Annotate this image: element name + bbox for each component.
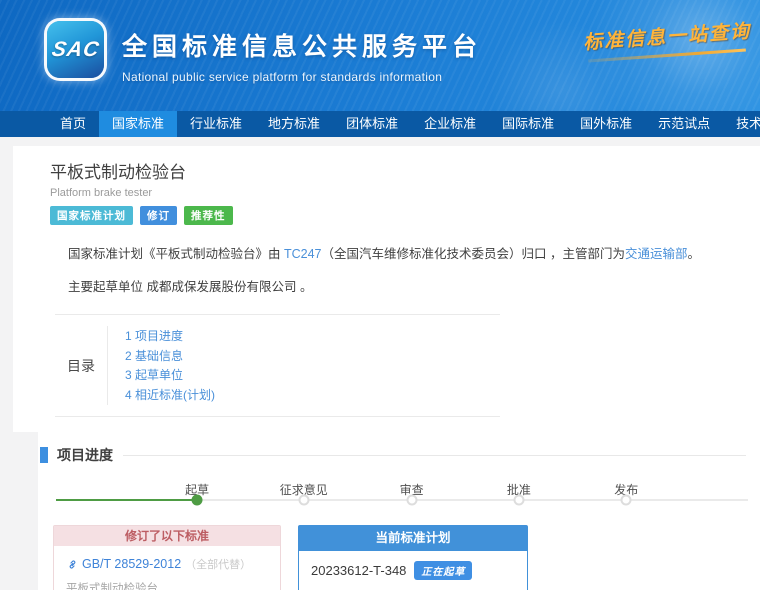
progress-timeline: 起草 征求意见 审查 批准 发布 <box>56 481 748 511</box>
ministry-of-transport-link[interactable]: 交通运输部 <box>625 247 688 261</box>
site-brand: 全国标准信息公共服务平台 National public service pla… <box>122 27 482 84</box>
intro-middle: （全国汽车维修标准化技术委员会）归口 ，主管部门为 <box>322 247 625 261</box>
progress-track-completed <box>56 499 197 501</box>
replacement-note: （全部代替） <box>185 556 251 572</box>
site-header: SAC 全国标准信息公共服务平台 National public service… <box>0 0 760 111</box>
revised-standard-name: 平板式制动检验台 <box>66 580 268 590</box>
step-dot-publication <box>621 495 632 506</box>
current-card-header: 当前标准计划 <box>299 526 527 551</box>
drafting-unit-paragraph: 主要起草单位 成都成保发展股份有限公司 。 <box>68 276 742 295</box>
current-plan-card: 当前标准计划 20233612-T-348 正在起草 平板式制动检验台 <box>298 525 528 590</box>
plan-number: 20233612-T-348 <box>311 563 406 578</box>
nav-item-local-standards[interactable]: 地方标准 <box>255 111 333 137</box>
sac-logo-icon[interactable]: SAC <box>47 21 104 78</box>
nav-item-enterprise-standards[interactable]: 企业标准 <box>411 111 489 137</box>
tag-revision: 修订 <box>140 206 177 225</box>
step-dot-approval <box>513 495 524 506</box>
section-title: 项目进度 <box>57 445 113 465</box>
tc247-link[interactable]: TC247 <box>284 247 322 261</box>
toc-item-basic-info[interactable]: 2 基础信息 <box>125 347 215 367</box>
related-cards-row: 修订了以下标准 GB/T 28529-2012 （全部代替） 平板式制动检验台 … <box>53 525 760 590</box>
sac-logo-text: SAC <box>50 38 102 62</box>
nav-item-international-standards[interactable]: 国际标准 <box>489 111 567 137</box>
section-divider <box>123 455 746 456</box>
toc-links: 1 项目进度 2 基础信息 3 起草单位 4 相近标准(计划) <box>108 326 215 405</box>
toc-item-similar-standards[interactable]: 4 相近标准(计划) <box>125 386 215 406</box>
toc-label: 目录 <box>55 326 108 405</box>
step-dot-review <box>406 495 417 506</box>
tag-recommended: 推荐性 <box>184 206 233 225</box>
step-dot-drafting <box>192 495 203 506</box>
page-title: 平板式制动检验台 <box>50 158 742 183</box>
step-dot-soliciting-opinions <box>298 495 309 506</box>
revised-card-body: GB/T 28529-2012 （全部代替） 平板式制动检验台 <box>54 546 280 590</box>
nav-item-home[interactable]: 首页 <box>47 111 99 137</box>
revised-card-header: 修订了以下标准 <box>54 526 280 546</box>
nav-item-industry-standards[interactable]: 行业标准 <box>177 111 255 137</box>
table-of-contents: 目录 1 项目进度 2 基础信息 3 起草单位 4 相近标准(计划) <box>55 314 500 417</box>
site-title: 全国标准信息公共服务平台 <box>122 27 482 63</box>
site-subtitle: National public service platform for sta… <box>122 70 482 84</box>
current-card-body: 20233612-T-348 正在起草 平板式制动检验台 <box>299 551 527 590</box>
nav-item-national-standards[interactable]: 国家标准 <box>99 111 177 137</box>
toc-item-project-progress[interactable]: 1 项目进度 <box>125 327 215 347</box>
intro-prefix: 国家标准计划《平板式制动检验台》由 <box>68 247 284 261</box>
nav-item-foreign-standards[interactable]: 国外标准 <box>567 111 645 137</box>
toc-item-drafting-units[interactable]: 3 起草单位 <box>125 366 215 386</box>
revised-standard-link[interactable]: GB/T 28529-2012 <box>82 557 181 571</box>
nav-item-pilot-demos[interactable]: 示范试点 <box>645 111 723 137</box>
project-progress-panel: 项目进度 起草 征求意见 审查 批准 发布 修订了以下标准 GB/T 28529… <box>38 432 760 590</box>
chain-link-icon <box>66 558 79 571</box>
status-badge: 正在起草 <box>414 561 472 580</box>
intro-paragraph: 国家标准计划《平板式制动检验台》由 TC247（全国汽车维修标准化技术委员会）归… <box>68 246 742 263</box>
tag-national-plan: 国家标准计划 <box>50 206 133 225</box>
nav-item-group-standards[interactable]: 团体标准 <box>333 111 411 137</box>
standard-detail-card: 平板式制动检验台 Platform brake tester 国家标准计划 修订… <box>13 146 760 432</box>
section-header: 项目进度 <box>38 445 760 465</box>
page-title-english: Platform brake tester <box>50 187 742 199</box>
revised-standards-card: 修订了以下标准 GB/T 28529-2012 （全部代替） 平板式制动检验台 <box>53 525 281 590</box>
section-marker-icon <box>40 447 48 463</box>
nav-item-technical-committees[interactable]: 技术委员会 <box>723 111 760 137</box>
main-nav: 首页 国家标准 行业标准 地方标准 团体标准 企业标准 国际标准 国外标准 示范… <box>0 111 760 137</box>
intro-suffix: 。 <box>688 247 701 261</box>
tag-row: 国家标准计划 修订 推荐性 <box>50 206 742 225</box>
